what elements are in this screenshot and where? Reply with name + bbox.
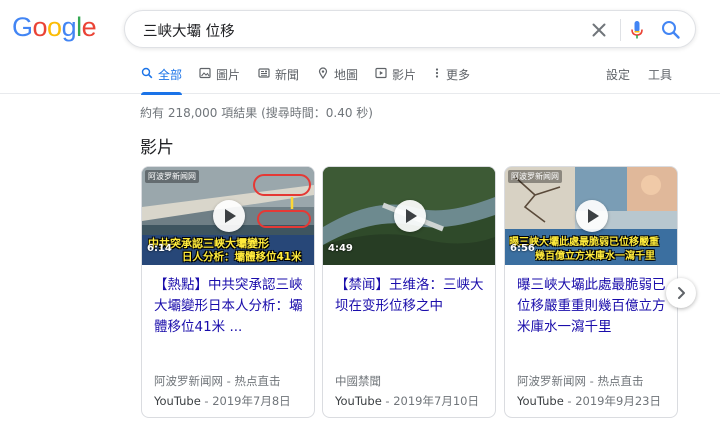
clear-icon[interactable] [587, 18, 611, 42]
video-duration: 4:49 [328, 243, 353, 254]
logo-letter: o [32, 12, 48, 42]
tab-news[interactable]: 新聞 [258, 58, 299, 94]
search-tabs: 全部 圖片 新聞 地圖 影片 更多 設定 工具 [0, 58, 720, 95]
video-thumbnail[interactable]: 4:49 [323, 167, 495, 265]
thumbnail-badge: 阿波罗新闻网 [508, 170, 562, 183]
video-meta: YouTube - 2019年7月10日 [335, 394, 479, 408]
search-divider [620, 19, 621, 41]
tab-videos[interactable]: 影片 [375, 58, 416, 94]
header: G o o g l e 三峡大壩 位移 全部 圖片 新聞 地圖 影片 更多 設定… [0, 0, 720, 95]
google-logo[interactable]: G o o g l e [12, 12, 97, 44]
video-card[interactable]: 阿波罗新闻网 中共突承認三峽大壩變形 日人分析：壩體移位41米 6:14 【熱點… [141, 166, 315, 418]
video-source: YouTube [154, 394, 201, 408]
result-stats: 約有 218,000 項結果 (搜尋時間：0.40 秒) [140, 106, 373, 120]
thumbnail-caption: 日人分析：壩體移位41米 [182, 251, 302, 263]
video-channel: 阿波罗新闻网 - 热点直击 [154, 374, 281, 388]
video-meta: YouTube - 2019年7月8日 [154, 394, 291, 408]
tab-label: 更多 [446, 68, 471, 82]
tab-label: 圖片 [216, 68, 241, 82]
play-icon[interactable] [576, 200, 608, 232]
play-icon[interactable] [394, 200, 426, 232]
tab-label: 全部 [158, 68, 183, 82]
chevron-right-icon [678, 287, 685, 299]
mic-icon[interactable] [625, 18, 649, 42]
carousel-next-button[interactable] [666, 278, 696, 308]
video-title[interactable]: 曝三峽大壩此處最脆弱已位移嚴重重則幾百億立方米庫水一瀉千里 [517, 275, 669, 338]
search-input[interactable]: 三峡大壩 位移 [143, 20, 235, 41]
tab-more[interactable]: 更多 [433, 58, 470, 94]
video-date: 2019年7月8日 [212, 394, 291, 408]
video-duration: 6:56 [510, 243, 535, 254]
logo-letter: e [81, 12, 97, 42]
news-icon [258, 68, 270, 78]
video-source: YouTube [517, 394, 564, 408]
tab-all[interactable]: 全部 [141, 58, 183, 95]
logo-letter: G [12, 12, 33, 42]
videos-section-title: 影片 [140, 138, 174, 158]
video-icon [375, 67, 387, 79]
video-meta: YouTube - 2019年9月23日 [517, 394, 661, 408]
video-card[interactable]: 4:49 【禁闻】王维洛：三峡大坝在变形位移之中 中國禁聞 YouTube - … [322, 166, 496, 418]
video-duration: 6:14 [147, 243, 172, 254]
video-source: YouTube [335, 394, 382, 408]
search-box[interactable]: 三峡大壩 位移 [124, 10, 696, 48]
video-date: 2019年9月23日 [575, 394, 661, 408]
thumbnail-caption: 幾百億立方米庫水一瀉千里 [535, 251, 655, 262]
tab-label: 地圖 [334, 68, 359, 82]
video-title[interactable]: 【熱點】中共突承認三峽大壩變形日本人分析：壩體移位41米 ... [154, 275, 306, 338]
more-vert-icon [435, 68, 439, 78]
video-thumbnail[interactable]: 阿波罗新闻网 曝三峽大壩此處最脆弱已位移嚴重 幾百億立方米庫水一瀉千里 6:56 [505, 167, 677, 265]
video-card[interactable]: 阿波罗新闻网 曝三峽大壩此處最脆弱已位移嚴重 幾百億立方米庫水一瀉千里 6:56… [504, 166, 678, 418]
video-date: 2019年7月10日 [393, 394, 479, 408]
tab-label: 影片 [392, 68, 417, 82]
tab-images[interactable]: 圖片 [199, 58, 240, 94]
video-channel: 阿波罗新闻网 - 热点直击 [517, 374, 644, 388]
search-icon[interactable] [659, 18, 683, 42]
settings-link[interactable]: 設定 [606, 66, 630, 83]
search-icon [141, 67, 153, 79]
video-thumbnail[interactable]: 阿波罗新闻网 中共突承認三峽大壩變形 日人分析：壩體移位41米 6:14 [142, 167, 314, 265]
map-pin-icon [318, 67, 328, 79]
video-channel: 中國禁聞 [335, 374, 381, 388]
tab-label: 新聞 [275, 68, 300, 82]
logo-letter: g [61, 12, 77, 42]
play-icon[interactable] [213, 200, 245, 232]
image-icon [199, 67, 211, 79]
tab-maps[interactable]: 地圖 [317, 58, 358, 94]
logo-letter: o [47, 12, 62, 42]
video-title[interactable]: 【禁闻】王维洛：三峡大坝在变形位移之中 [335, 275, 487, 317]
tools-link[interactable]: 工具 [648, 66, 672, 83]
thumbnail-badge: 阿波罗新闻网 [145, 170, 199, 183]
